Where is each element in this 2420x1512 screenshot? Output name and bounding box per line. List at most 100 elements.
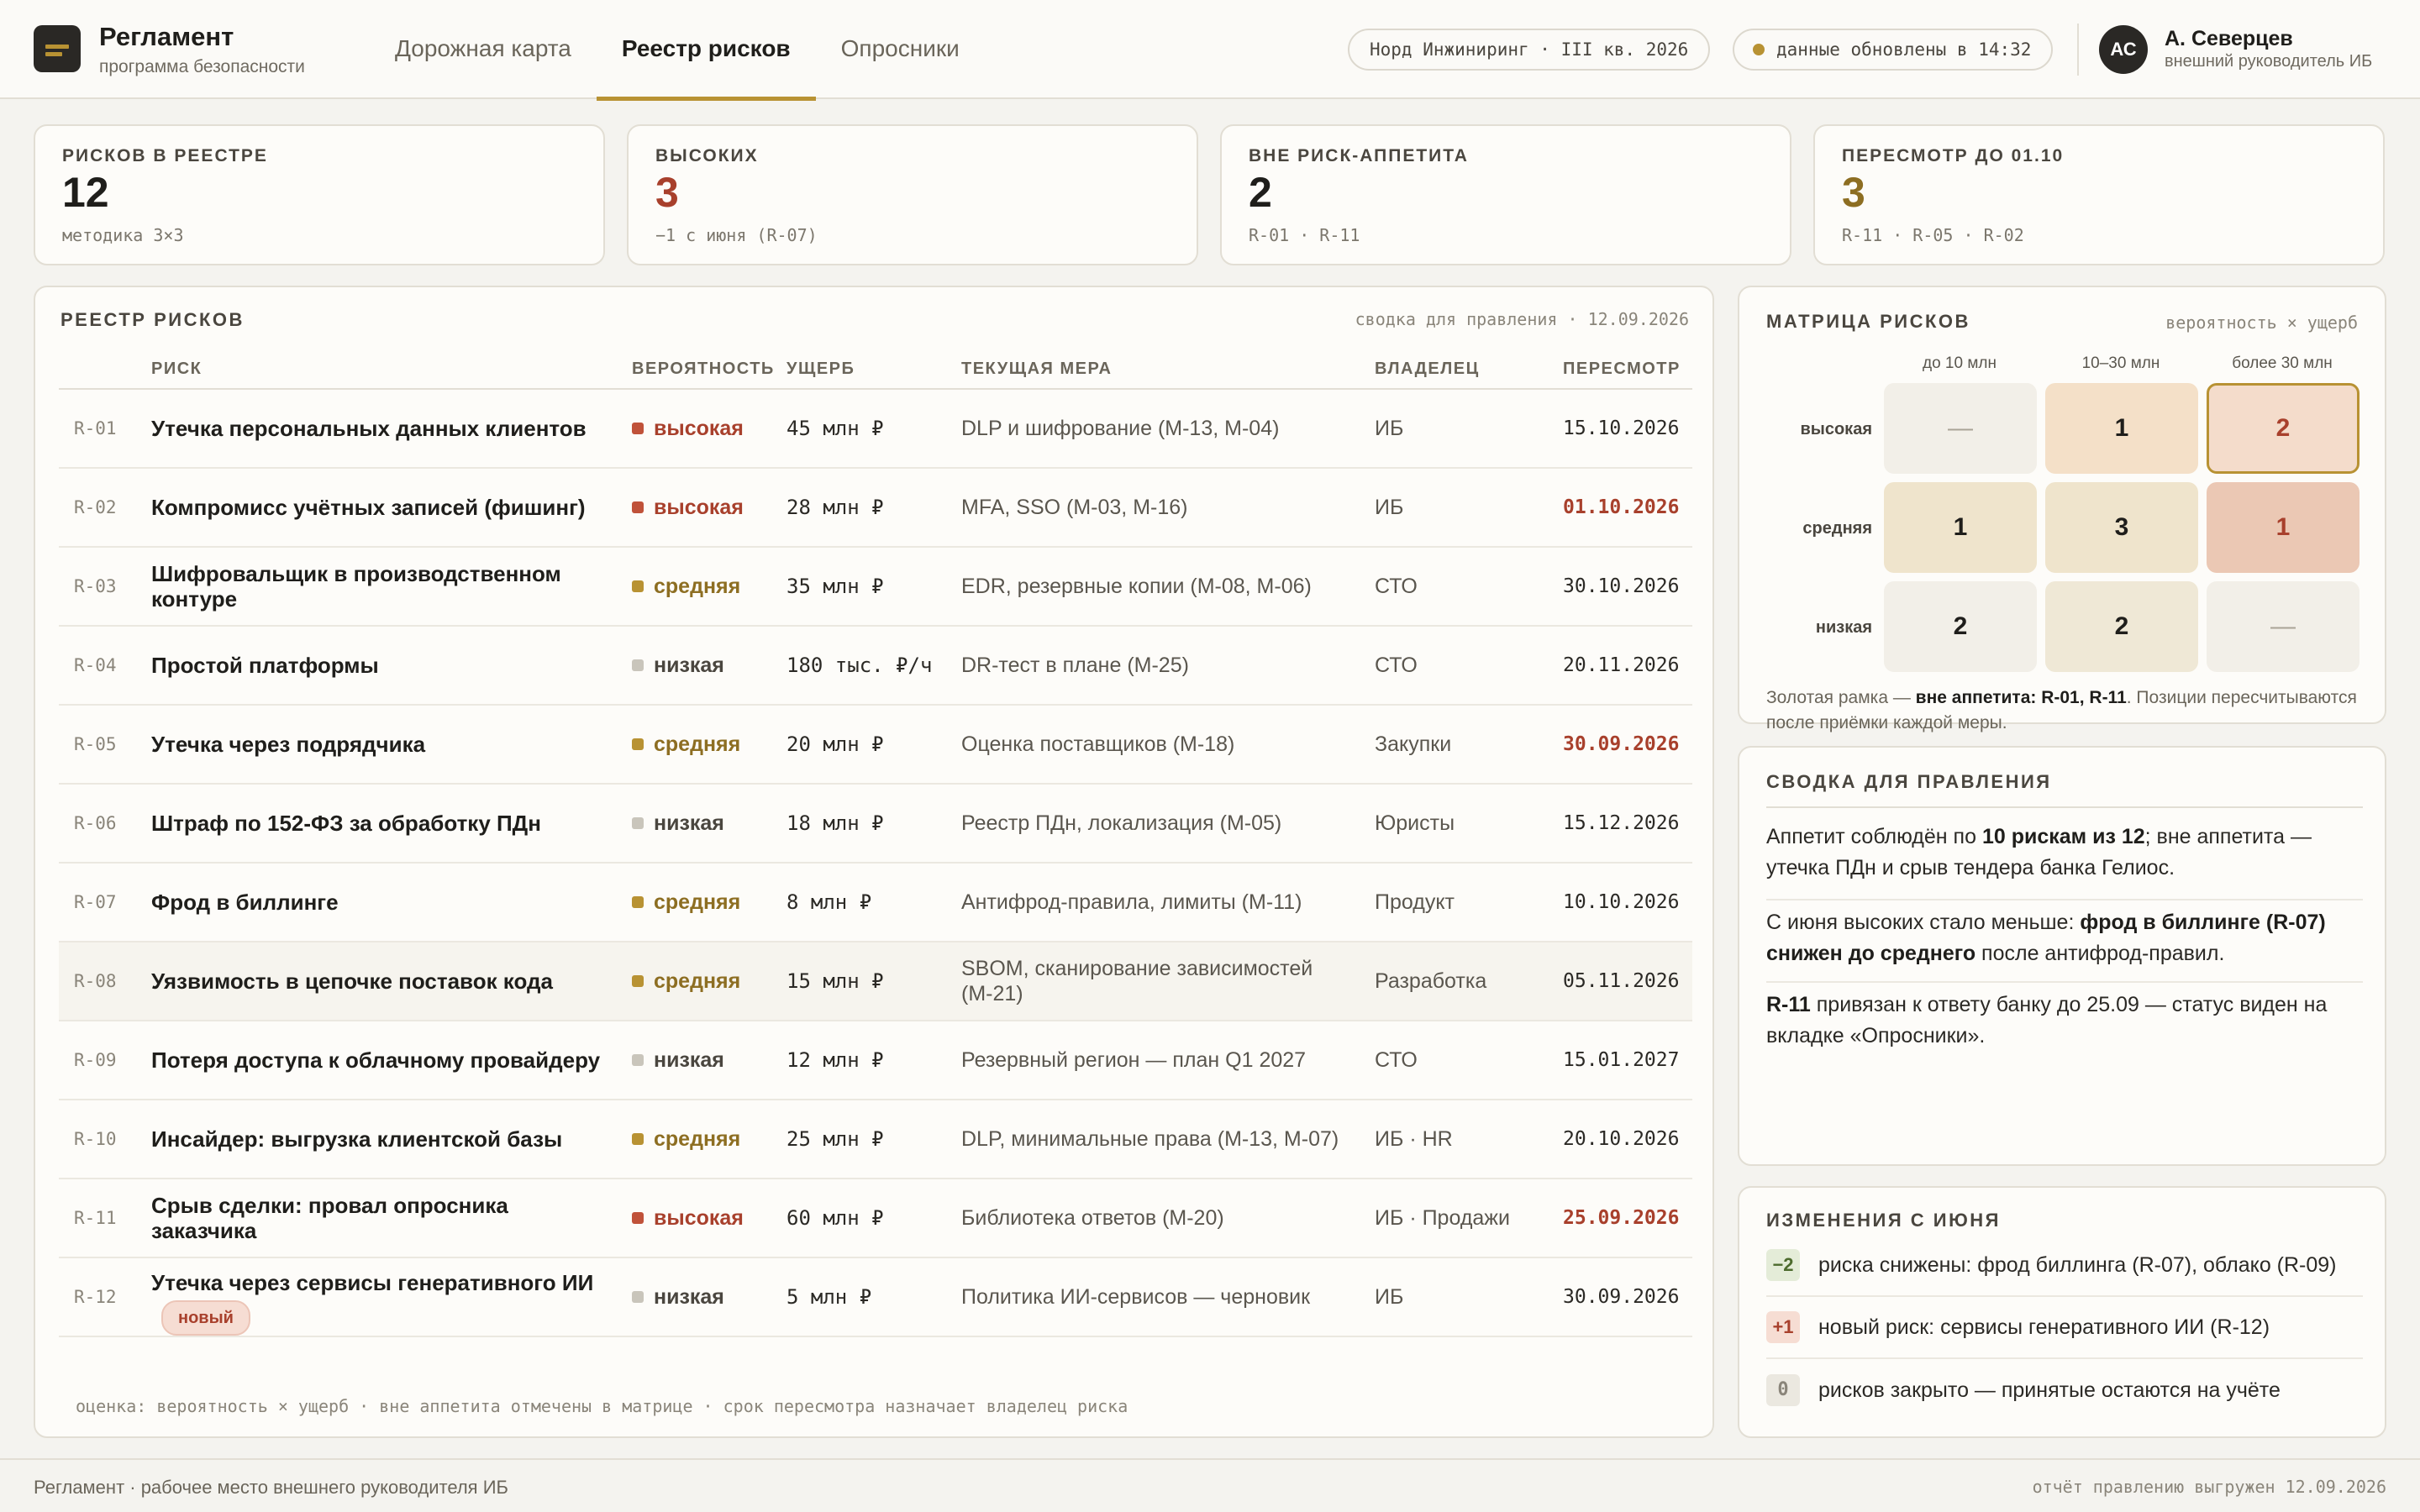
- review-date: 20.11.2026: [1563, 654, 1680, 676]
- kpi-value: 3: [1842, 169, 1865, 216]
- owner: ИБ: [1375, 1284, 1404, 1309]
- footer-caption: Регламент · рабочее место внешнего руков…: [34, 1477, 508, 1498]
- risk-name-text: Инсайдер: выгрузка клиентской базы: [151, 1126, 563, 1152]
- review-date: 30.10.2026: [1563, 575, 1680, 597]
- matrix-cell[interactable]: 3: [2045, 482, 2198, 573]
- risk-id: R-09: [74, 1050, 117, 1070]
- table-row[interactable]: R-08 Уязвимость в цепочке поставок кода ср…: [59, 942, 1692, 1021]
- col-measure[interactable]: ТЕКУЩАЯ МЕРА: [961, 360, 1112, 379]
- data-updated-pill: данные обновлены в 14:32: [1733, 29, 2054, 71]
- kpi-value: 2: [1249, 169, 1272, 216]
- current-measure: Оценка поставщиков (М-18): [961, 732, 1235, 756]
- table-row[interactable]: R-05 Утечка через подрядчика средняя 20 млн…: [59, 706, 1692, 785]
- matrix-cell[interactable]: 1: [2045, 383, 2198, 474]
- table-row[interactable]: R-11 Срыв сделки: провал опросника заказч…: [59, 1179, 1692, 1258]
- risk-name-text: Потеря доступа к облачному провайдеру: [151, 1047, 601, 1073]
- risk-name[interactable]: Срыв сделки: провал опросника заказчика: [151, 1179, 605, 1257]
- probability: низкая: [632, 627, 724, 704]
- risk-name[interactable]: Инсайдер: выгрузка клиентской базы: [151, 1100, 605, 1178]
- col-damage[interactable]: УЩЕРБ: [786, 360, 855, 379]
- divider: [1766, 806, 2363, 808]
- owner: Разработка: [1375, 969, 1487, 993]
- avatar[interactable]: АС: [2099, 25, 2148, 74]
- risk-name[interactable]: Простой платформы: [151, 627, 605, 704]
- matrix-row-mid: средняя: [1802, 519, 1872, 538]
- org-period-pill[interactable]: Норд Инжиниринг · III кв. 2026: [1348, 29, 1711, 71]
- probability-label: средняя: [654, 890, 741, 914]
- risk-name[interactable]: Утечка через сервисы генеративного ИИ нов…: [151, 1258, 605, 1336]
- table-row[interactable]: R-01 Утечка персональных данных клиентов в…: [59, 390, 1692, 469]
- kpi-label: РИСКОВ В РЕЕСТРЕ: [62, 146, 268, 165]
- probability-dot-icon: [632, 423, 644, 434]
- col-review[interactable]: ПЕРЕСМОТР: [1563, 360, 1681, 379]
- damage: 45 млн ₽: [786, 417, 884, 440]
- risk-id: R-06: [74, 813, 117, 833]
- table-header: РИСК ВЕРОЯТНОСТЬ УЩЕРБ ТЕКУЩАЯ МЕРА ВЛАД…: [59, 353, 1692, 390]
- tab-roadmap[interactable]: Дорожная карта: [370, 0, 597, 99]
- matrix-cell[interactable]: —: [2207, 581, 2360, 672]
- risk-name[interactable]: Потеря доступа к облачному провайдеру: [151, 1021, 605, 1099]
- risk-name-text: Срыв сделки: провал опросника заказчика: [151, 1193, 508, 1243]
- table-row[interactable]: R-10 Инсайдер: выгрузка клиентской базы ср…: [59, 1100, 1692, 1179]
- risk-name[interactable]: Компромисс учётных записей (фишинг): [151, 469, 605, 546]
- col-probability[interactable]: ВЕРОЯТНОСТЬ: [632, 360, 775, 379]
- risk-name-text: Утечка персональных данных клиентов: [151, 416, 587, 441]
- table-row[interactable]: R-06 Штраф по 152-ФЗ за обработку ПДн низк…: [59, 785, 1692, 864]
- board-summary-panel: СВОДКА ДЛЯ ПРАВЛЕНИЯ Аппетит соблюдён по…: [1738, 746, 2386, 1166]
- risk-name-text: Уязвимость в цепочке поставок кода: [151, 969, 553, 994]
- tab-questionnaires[interactable]: Опросники: [816, 0, 985, 99]
- kpi-high-risks: ВЫСОКИХ 3 −1 с июня (R-07): [627, 124, 1198, 265]
- table-row[interactable]: R-09 Потеря доступа к облачному провайдер…: [59, 1021, 1692, 1100]
- changes-panel: ИЗМЕНЕНИЯ С ИЮНЯ −2 риска снижены: фрод …: [1738, 1186, 2386, 1438]
- col-owner[interactable]: ВЛАДЕЛЕЦ: [1375, 360, 1480, 379]
- current-measure: Политика ИИ-сервисов — черновик: [961, 1285, 1311, 1309]
- updated-text: данные обновлены в 14:32: [1776, 39, 2032, 60]
- table-row[interactable]: R-12 Утечка через сервисы генеративного И…: [59, 1258, 1692, 1337]
- risk-name[interactable]: Утечка через подрядчика: [151, 706, 605, 783]
- risk-name[interactable]: Утечка персональных данных клиентов: [151, 390, 605, 467]
- matrix-row-low: низкая: [1815, 618, 1872, 637]
- table-row[interactable]: R-03 Шифровальщик в производственном конт…: [59, 548, 1692, 627]
- probability-dot-icon: [632, 738, 644, 750]
- matrix-row-high: высокая: [1800, 420, 1872, 438]
- risk-name-text: Шифровальщик в производственном контуре: [151, 561, 561, 612]
- tab-risk-register[interactable]: Реестр рисков: [596, 0, 816, 101]
- register-title: РЕЕСТР РИСКОВ: [60, 309, 245, 330]
- list-item: +1 новый риск: сервисы генеративного ИИ …: [1766, 1297, 2363, 1359]
- matrix-cell[interactable]: 2: [2045, 581, 2198, 672]
- risk-name[interactable]: Штраф по 152-ФЗ за обработку ПДн: [151, 785, 605, 862]
- summary-paragraph: Аппетит соблюдён по 10 рискам из 12; вне…: [1766, 825, 2312, 879]
- current-measure: EDR, резервные копии (М-08, М-06): [961, 575, 1312, 598]
- changes-title: ИЗМЕНЕНИЯ С ИЮНЯ: [1766, 1210, 2001, 1231]
- risk-name[interactable]: Фрод в биллинге: [151, 864, 605, 941]
- summary-title: СВОДКА ДЛЯ ПРАВЛЕНИЯ: [1766, 771, 2052, 792]
- change-badge: +1: [1766, 1311, 1800, 1343]
- current-measure: Библиотека ответов (М-20): [961, 1206, 1224, 1230]
- risk-name[interactable]: Шифровальщик в производственном контуре: [151, 548, 605, 625]
- matrix-cell[interactable]: 1: [1884, 482, 2037, 573]
- change-badge: 0: [1766, 1374, 1800, 1406]
- risk-name[interactable]: Уязвимость в цепочке поставок кода: [151, 942, 605, 1020]
- matrix-cell[interactable]: 2: [1884, 581, 2037, 672]
- probability-dot-icon: [632, 1133, 644, 1145]
- risk-id: R-07: [74, 892, 117, 912]
- matrix-cell-out-of-appetite[interactable]: 2: [2207, 383, 2360, 474]
- owner: СТО: [1375, 653, 1418, 677]
- probability: средняя: [632, 942, 740, 1020]
- matrix-cell[interactable]: —: [1884, 383, 2037, 474]
- probability: средняя: [632, 706, 740, 783]
- table-row[interactable]: R-02 Компромисс учётных записей (фишинг) в…: [59, 469, 1692, 548]
- table-row[interactable]: R-04 Простой платформы низкая 180 тыс. ₽/ч D…: [59, 627, 1692, 706]
- damage: 180 тыс. ₽/ч: [786, 654, 933, 677]
- user-name: А. Северцев: [2165, 27, 2293, 50]
- kpi-review-due: ПЕРЕСМОТР ДО 01.10 3 R-11 · R-05 · R-02: [1813, 124, 2385, 265]
- table-row[interactable]: R-07 Фрод в биллинге средняя 8 млн ₽ Антифро…: [59, 864, 1692, 942]
- col-risk[interactable]: РИСК: [151, 360, 202, 379]
- risk-name-text: Фрод в биллинге: [151, 890, 339, 915]
- matrix-col-mid: 10–30 млн: [2081, 354, 2160, 372]
- probability: средняя: [632, 548, 740, 625]
- probability-label: низкая: [654, 653, 724, 677]
- matrix-cell[interactable]: 1: [2207, 482, 2360, 573]
- kpi-sub: −1 с июня (R-07): [655, 225, 818, 245]
- export-timestamp: отчёт правлению выгружен 12.09.2026: [2032, 1477, 2386, 1497]
